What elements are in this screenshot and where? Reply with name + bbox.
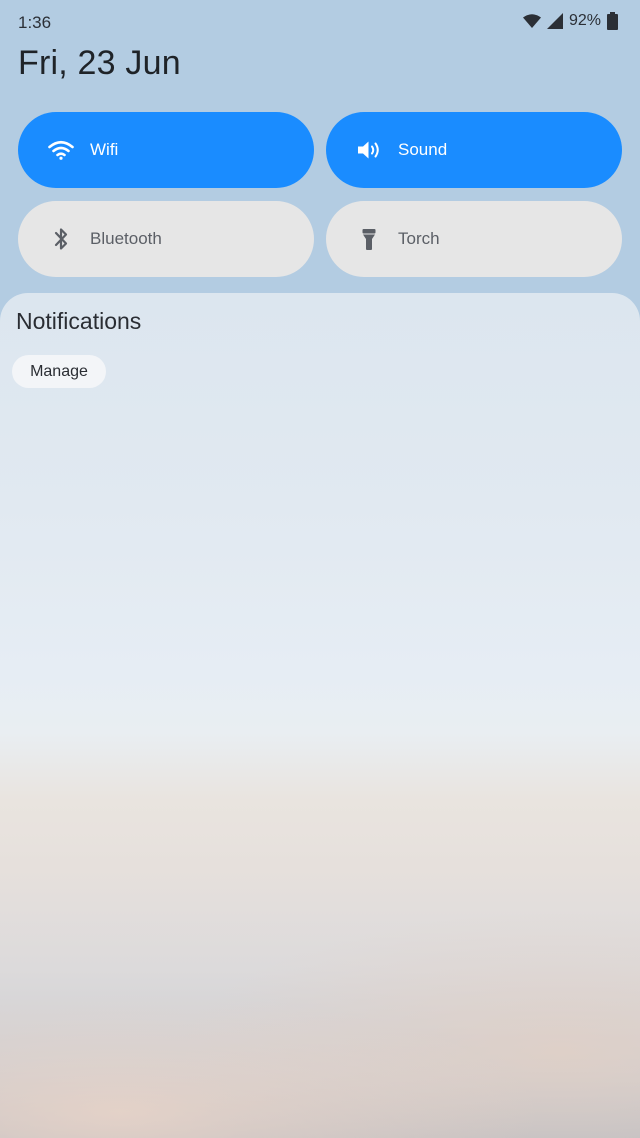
flashlight-icon — [354, 224, 384, 254]
tile-sound[interactable]: Sound — [326, 112, 622, 188]
tile-bluetooth[interactable]: Bluetooth — [18, 201, 314, 277]
tile-bluetooth-label: Bluetooth — [90, 229, 162, 248]
speaker-icon — [354, 135, 384, 165]
status-bar: 1:36 92% — [0, 0, 640, 46]
wifi-icon — [46, 135, 76, 165]
signal-icon — [546, 13, 563, 29]
manage-button[interactable]: Manage — [12, 355, 106, 388]
tile-wifi[interactable]: Wifi — [18, 112, 314, 188]
tile-wifi-label: Wifi — [90, 140, 119, 159]
wifi-icon — [522, 14, 541, 28]
status-time: 1:36 — [18, 13, 52, 32]
notifications-title: Notifications — [16, 308, 142, 334]
tile-sound-label: Sound — [398, 140, 448, 159]
battery-icon — [607, 12, 618, 30]
tile-torch-label: Torch — [398, 229, 440, 248]
battery-percent: 92% — [568, 12, 601, 29]
date-header: Fri, 23 Jun — [18, 44, 181, 82]
status-icons: 92% — [522, 12, 618, 30]
bluetooth-icon — [46, 224, 76, 254]
notifications-panel: Notifications Manage — [0, 293, 640, 1138]
tile-torch[interactable]: Torch — [326, 201, 622, 277]
